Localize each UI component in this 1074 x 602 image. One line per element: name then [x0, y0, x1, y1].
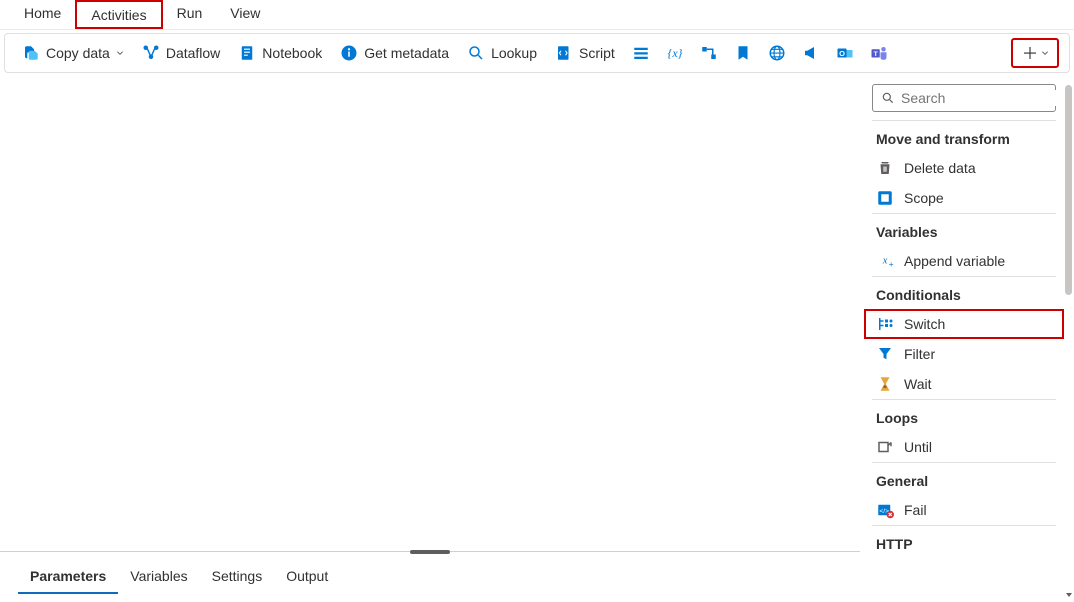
tab-output[interactable]: Output	[274, 564, 340, 594]
notebook-label: Notebook	[262, 45, 322, 61]
script-icon	[555, 44, 573, 62]
fail-icon: </>	[876, 501, 894, 519]
svg-text:+: +	[889, 260, 894, 269]
menu-append-variable[interactable]: x+ Append variable	[864, 246, 1064, 276]
tab-run[interactable]: Run	[163, 0, 217, 29]
dataflow-button[interactable]: Dataflow	[135, 40, 227, 66]
tab-parameters[interactable]: Parameters	[18, 564, 118, 594]
copy-data-label: Copy data	[46, 45, 110, 61]
section-conditionals: Conditionals	[864, 277, 1064, 309]
notebook-icon	[238, 44, 256, 62]
menu-fail[interactable]: </> Fail	[864, 495, 1064, 525]
section-move-transform: Move and transform	[864, 121, 1064, 153]
globe-icon[interactable]	[762, 40, 792, 66]
teams-icon[interactable]: T	[864, 40, 894, 66]
tab-view[interactable]: View	[216, 0, 274, 29]
dataflow-label: Dataflow	[166, 45, 220, 61]
bookmark-icon[interactable]	[728, 40, 758, 66]
copy-data-icon	[22, 44, 40, 62]
script-button[interactable]: Script	[548, 40, 622, 66]
section-loops: Loops	[864, 400, 1064, 432]
toolbar-list-icon[interactable]	[626, 40, 656, 66]
scroll-down-icon[interactable]	[1064, 590, 1074, 600]
scrollbar[interactable]	[1064, 82, 1074, 602]
section-http: HTTP	[864, 526, 1064, 558]
tab-home[interactable]: Home	[10, 0, 75, 29]
menu-until[interactable]: Until	[864, 432, 1064, 462]
bottom-panel: Parameters Variables Settings Output	[0, 551, 860, 602]
hourglass-icon	[876, 375, 894, 393]
scope-icon	[876, 189, 894, 207]
section-general: General	[864, 463, 1064, 495]
copy-data-button[interactable]: Copy data	[15, 40, 131, 66]
switch-icon	[876, 315, 894, 333]
tab-settings[interactable]: Settings	[200, 564, 275, 594]
info-icon	[340, 44, 358, 62]
add-activity-button[interactable]	[1011, 38, 1059, 68]
menu-filter[interactable]: Filter	[864, 339, 1064, 369]
menu-switch[interactable]: Switch	[864, 309, 1064, 339]
notebook-button[interactable]: Notebook	[231, 40, 329, 66]
script-label: Script	[579, 45, 615, 61]
search-icon	[881, 91, 895, 105]
outlook-icon[interactable]: O	[830, 40, 860, 66]
menu-delete-data[interactable]: Delete data	[864, 153, 1064, 183]
activities-dropdown: Move and transform Delete data Scope Var…	[864, 82, 1064, 602]
filter-icon	[876, 345, 894, 363]
lookup-label: Lookup	[491, 45, 537, 61]
menu-scope[interactable]: Scope	[864, 183, 1064, 213]
megaphone-icon[interactable]	[796, 40, 826, 66]
tab-variables[interactable]: Variables	[118, 564, 199, 594]
search-box[interactable]	[872, 84, 1056, 112]
plus-icon	[1021, 44, 1039, 62]
chevron-down-icon	[1041, 49, 1049, 57]
pipeline-icon[interactable]	[694, 40, 724, 66]
until-icon	[876, 438, 894, 456]
variable-icon[interactable]: {x}	[660, 40, 690, 66]
dataflow-icon	[142, 44, 160, 62]
get-metadata-button[interactable]: Get metadata	[333, 40, 456, 66]
svg-text:x: x	[882, 255, 888, 266]
search-icon	[467, 44, 485, 62]
svg-text:O: O	[839, 49, 845, 58]
tab-activities[interactable]: Activities	[75, 0, 162, 29]
section-variables: Variables	[864, 214, 1064, 246]
chevron-down-icon	[116, 49, 124, 57]
activities-toolbar: Copy data Dataflow Notebook Get metadata…	[4, 33, 1070, 73]
scrollbar-thumb[interactable]	[1065, 85, 1072, 295]
svg-text:{x}: {x}	[667, 46, 682, 60]
trash-icon	[876, 159, 894, 177]
search-input[interactable]	[901, 90, 1064, 106]
get-metadata-label: Get metadata	[364, 45, 449, 61]
append-variable-icon: x+	[876, 252, 894, 270]
menu-wait[interactable]: Wait	[864, 369, 1064, 399]
lookup-button[interactable]: Lookup	[460, 40, 544, 66]
